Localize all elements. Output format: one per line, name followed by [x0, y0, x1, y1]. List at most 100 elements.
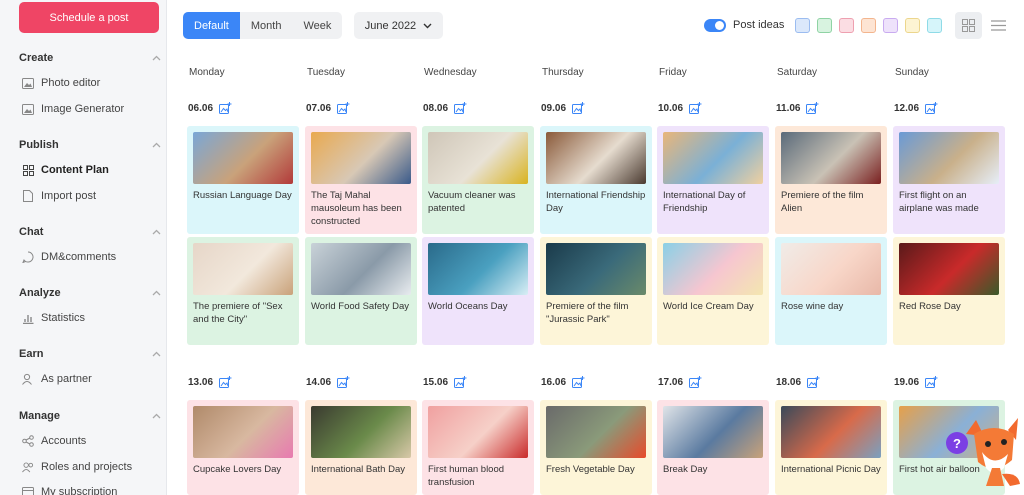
sidebar-item-dm-comments[interactable]: DM&comments [22, 249, 162, 265]
post-idea-image [546, 243, 646, 295]
post-idea-card[interactable]: The premiere of "Sex and the City" [187, 237, 299, 345]
sidebar-item-accounts[interactable]: Accounts [22, 433, 162, 449]
add-post-icon[interactable] [689, 102, 702, 114]
view-toggle: Default Month Week [183, 12, 343, 39]
chevron-up-icon [152, 349, 161, 359]
day-header: Wednesday [424, 67, 477, 78]
date-label: 06.06 [188, 102, 232, 114]
list-view-icon[interactable] [988, 12, 1008, 39]
post-idea-card[interactable]: Premiere of the film Alien [775, 126, 887, 234]
post-idea-caption: Vacuum cleaner was patented [428, 190, 516, 214]
support-mascot[interactable]: ? [946, 412, 1022, 488]
date-text: 08.06 [423, 102, 449, 114]
post-idea-card[interactable]: Russian Language Day [187, 126, 299, 234]
sidebar-section-create[interactable]: Create [19, 50, 161, 66]
user-icon [22, 373, 34, 385]
post-idea-image [663, 243, 763, 295]
sidebar-item-import-post[interactable]: Import post [22, 188, 162, 204]
post-idea-image [193, 243, 293, 295]
post-idea-caption: International Bath Day [311, 464, 406, 475]
date-label: 18.06 [776, 376, 820, 388]
post-idea-caption: Fresh Vegetable Day [546, 464, 635, 475]
post-idea-card[interactable]: Premiere of the film "Jurassic Park" [540, 237, 652, 345]
color-swatch[interactable] [839, 18, 854, 33]
post-idea-card[interactable]: Cupcake Lovers Day [187, 400, 299, 495]
date-text: 11.06 [776, 102, 801, 114]
post-idea-image [546, 406, 646, 458]
post-idea-card[interactable]: Red Rose Day [893, 237, 1005, 345]
sidebar-section-analyze[interactable]: Analyze [19, 285, 161, 301]
view-month-button[interactable]: Month [240, 12, 293, 39]
add-post-icon[interactable] [572, 376, 585, 388]
add-post-icon[interactable] [689, 376, 702, 388]
sidebar-section-title: Create [19, 52, 54, 64]
date-text: 07.06 [306, 102, 332, 114]
post-idea-card[interactable]: First flight on an airplane was made [893, 126, 1005, 234]
post-idea-card[interactable]: International Friendship Day [540, 126, 652, 234]
sidebar-section-manage[interactable]: Manage [19, 408, 161, 424]
add-post-icon[interactable] [925, 376, 938, 388]
color-swatch[interactable] [927, 18, 942, 33]
sidebar-item-content-plan[interactable]: Content Plan [22, 162, 162, 178]
sidebar-item-my-subscription[interactable]: My subscription [22, 484, 162, 495]
date-label: 08.06 [423, 102, 467, 114]
post-idea-caption: Red Rose Day [899, 301, 961, 312]
post-idea-card[interactable]: World Ice Cream Day [657, 237, 769, 345]
post-idea-card[interactable]: Break Day [657, 400, 769, 495]
post-ideas-toggle[interactable] [704, 19, 726, 32]
sidebar-item-roles-and-projects[interactable]: Roles and projects [22, 459, 162, 475]
post-idea-image [311, 132, 411, 184]
post-idea-card[interactable]: Fresh Vegetable Day [540, 400, 652, 495]
post-idea-card[interactable]: International Bath Day [305, 400, 417, 495]
month-select[interactable]: June 2022 [354, 12, 443, 39]
color-swatch[interactable] [905, 18, 920, 33]
add-post-icon[interactable] [806, 102, 819, 114]
sidebar-item-statistics[interactable]: Statistics [22, 310, 162, 326]
help-badge[interactable]: ? [946, 432, 968, 454]
color-swatch[interactable] [817, 18, 832, 33]
sidebar-section-publish[interactable]: Publish [19, 137, 161, 153]
post-idea-card[interactable]: First human blood transfusion [422, 400, 534, 495]
sidebar-section-title: Earn [19, 348, 44, 360]
add-post-icon[interactable] [454, 376, 467, 388]
post-idea-image [663, 132, 763, 184]
post-idea-card[interactable]: Vacuum cleaner was patented [422, 126, 534, 234]
post-idea-card[interactable]: World Oceans Day [422, 237, 534, 345]
sidebar-item-as-partner[interactable]: As partner [22, 371, 162, 387]
add-post-icon[interactable] [219, 102, 232, 114]
sidebar-section-title: Analyze [19, 287, 61, 299]
sidebar-section-chat[interactable]: Chat [19, 224, 161, 240]
post-idea-caption: First flight on an airplane was made [899, 190, 979, 214]
post-idea-card[interactable]: International Day of Friendship [657, 126, 769, 234]
add-post-icon[interactable] [925, 102, 938, 114]
post-idea-caption: World Oceans Day [428, 301, 508, 312]
sidebar-item-photo-editor[interactable]: Photo editor [22, 75, 162, 91]
date-label: 11.06 [776, 102, 819, 114]
post-idea-card[interactable]: World Food Safety Day [305, 237, 417, 345]
post-idea-image [193, 132, 293, 184]
sidebar-item-label: Statistics [41, 312, 86, 324]
add-post-icon[interactable] [219, 376, 232, 388]
view-week-button[interactable]: Week [292, 12, 342, 39]
post-idea-card[interactable]: Rose wine day [775, 237, 887, 345]
sidebar-item-image-generator[interactable]: Image Generator [22, 101, 162, 117]
post-idea-card[interactable]: International Picnic Day [775, 400, 887, 495]
grid-view-icon[interactable] [955, 12, 982, 39]
add-post-icon[interactable] [572, 102, 585, 114]
add-post-icon[interactable] [807, 376, 820, 388]
color-swatch[interactable] [861, 18, 876, 33]
view-default-button[interactable]: Default [183, 12, 240, 39]
post-idea-card[interactable]: The Taj Mahal mausoleum has been constru… [305, 126, 417, 234]
add-post-icon[interactable] [337, 376, 350, 388]
chevron-up-icon [152, 140, 161, 150]
schedule-post-button[interactable]: Schedule a post [19, 2, 159, 33]
add-post-icon[interactable] [454, 102, 467, 114]
date-text: 09.06 [541, 102, 567, 114]
sidebar-section-earn[interactable]: Earn [19, 346, 161, 362]
image-icon [22, 77, 34, 89]
day-header: Friday [659, 67, 687, 78]
date-text: 16.06 [541, 376, 567, 388]
color-swatch[interactable] [795, 18, 810, 33]
color-swatch[interactable] [883, 18, 898, 33]
add-post-icon[interactable] [337, 102, 350, 114]
